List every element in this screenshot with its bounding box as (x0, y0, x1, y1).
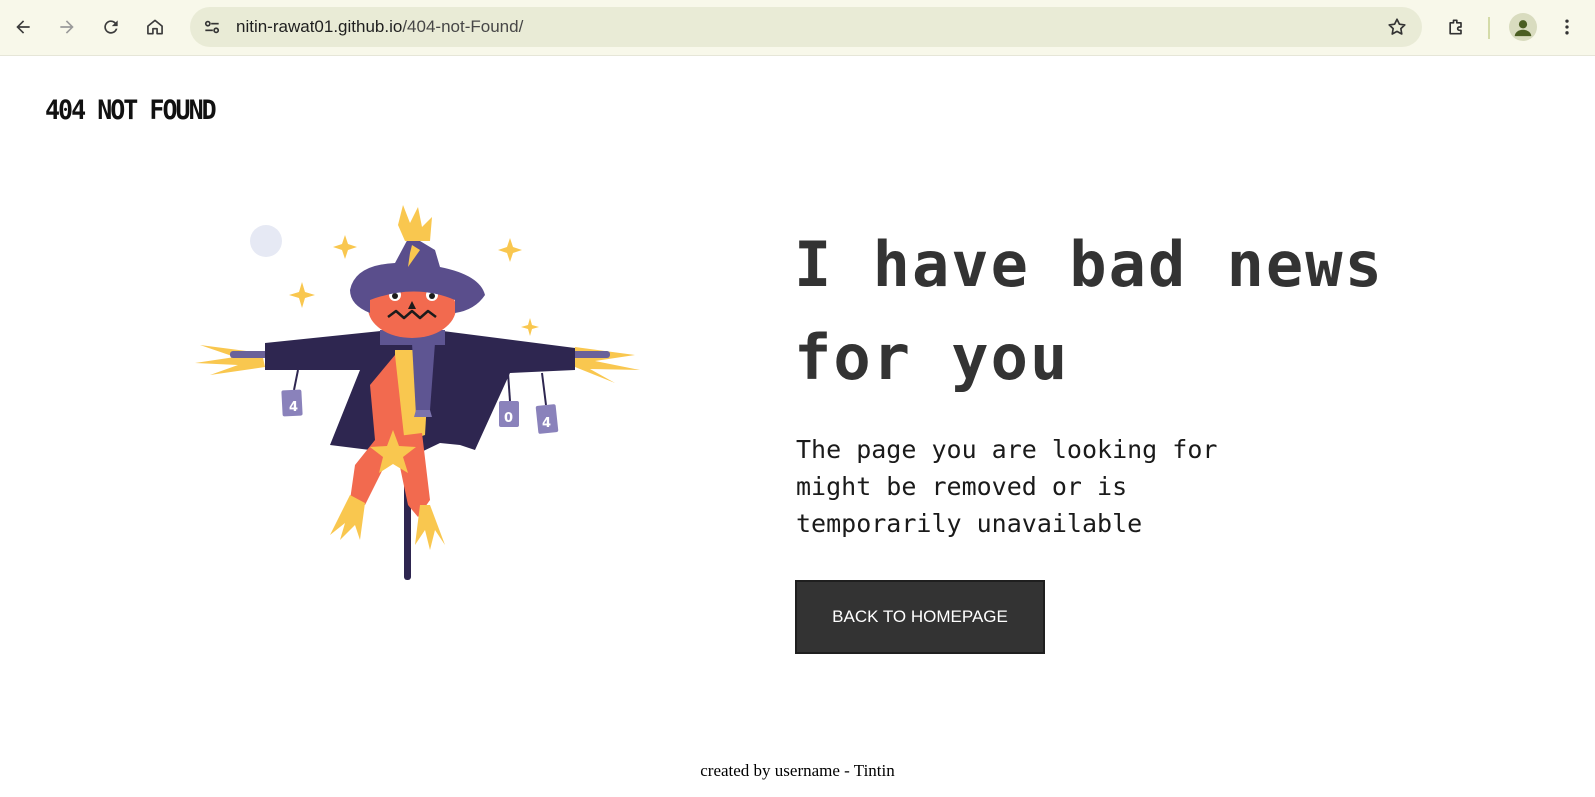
toolbar-divider (1488, 17, 1490, 39)
back-to-homepage-button[interactable]: BACK TO HOMEPAGE (795, 580, 1045, 654)
site-info-icon (204, 20, 220, 34)
reload-icon (104, 20, 118, 34)
url-host: nitin-rawat01.github.io (236, 17, 403, 36)
browser-toolbar: nitin-rawat01.github.io/404-not-Found/ (0, 0, 1595, 56)
page-headline: I have bad news for you (794, 218, 1434, 404)
site-info-button[interactable] (198, 13, 226, 41)
site-logo[interactable]: 404 NOT FOUND (45, 94, 217, 125)
scarecrow-illustration: 4 0 4 (195, 205, 640, 580)
address-bar[interactable]: nitin-rawat01.github.io/404-not-Found/ (190, 7, 1422, 47)
footer-credit: created by username - Tintin (700, 761, 895, 780)
reload-button[interactable] (96, 12, 126, 42)
profile-button[interactable] (1509, 13, 1537, 41)
page-description: The page you are looking for might be re… (796, 431, 1256, 542)
description-line: temporarily unavailable (796, 509, 1143, 538)
sparkle-icon (333, 235, 357, 259)
back-button[interactable] (8, 12, 38, 42)
description-line: might be removed or is (796, 472, 1128, 501)
description-line: The page you are looking for (796, 435, 1218, 464)
can-label: 4 (289, 400, 298, 415)
home-icon (147, 19, 163, 35)
url-text[interactable]: nitin-rawat01.github.io/404-not-Found/ (236, 17, 523, 37)
menu-icon (1565, 19, 1569, 35)
can-label: 0 (504, 411, 513, 426)
can-label: 4 (542, 416, 551, 431)
headline-line: I have bad news (794, 228, 1384, 301)
moon-icon (250, 225, 282, 257)
bookmark-star-icon[interactable] (1386, 16, 1408, 38)
forward-button[interactable] (52, 12, 82, 42)
forward-icon (60, 20, 74, 34)
sparkle-icon (521, 318, 539, 336)
menu-button[interactable] (1552, 12, 1582, 42)
back-icon (16, 20, 30, 34)
sparkle-icon (498, 238, 522, 262)
extensions-icon (1449, 19, 1462, 35)
extensions-button[interactable] (1441, 12, 1471, 42)
profile-icon (1514, 20, 1532, 37)
sparkle-icon (289, 282, 315, 308)
home-button[interactable] (140, 12, 170, 42)
headline-line: for you (794, 321, 1070, 394)
url-path: /404-not-Found/ (402, 17, 524, 36)
